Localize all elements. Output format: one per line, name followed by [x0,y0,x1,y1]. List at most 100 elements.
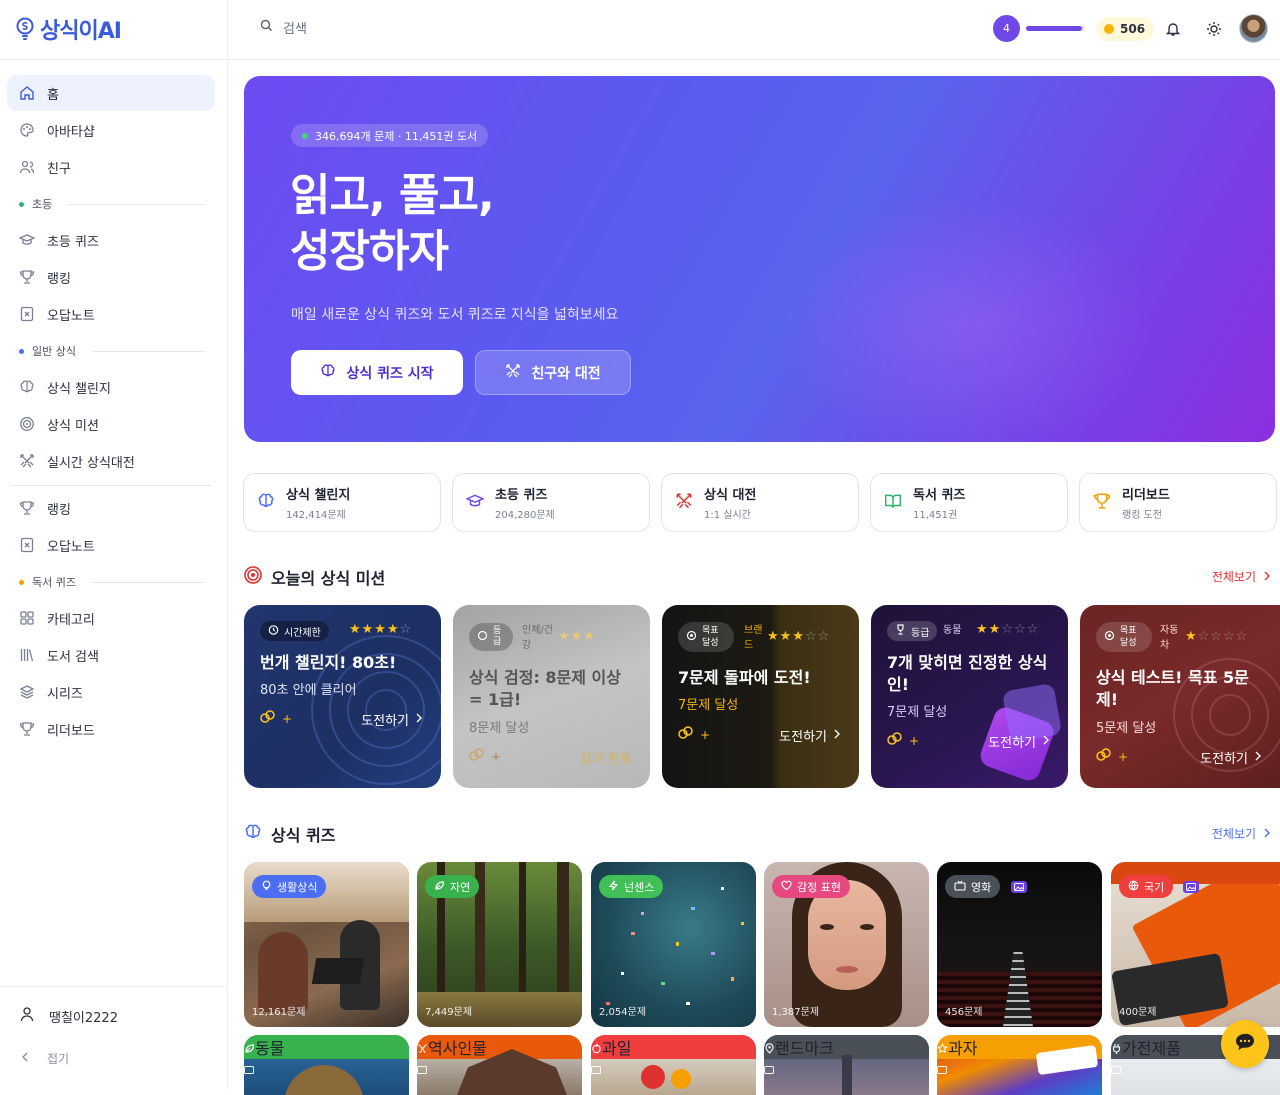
chevron-right-icon [1042,734,1050,749]
quiz-card[interactable]: 과일 [591,1035,756,1095]
sidebar-user[interactable]: 땡칠이2222 [19,1006,118,1026]
star-icon [937,1039,948,1058]
battle-friend-button[interactable]: 친구와 대전 [475,350,631,395]
quiz-card[interactable]: 과자 [937,1035,1102,1095]
mission-action[interactable]: 도전하기 [779,726,841,745]
quiz-card[interactable]: 역사인물 [417,1035,582,1095]
mission-card[interactable]: 목표달성 브랜드 ★★★☆☆ 7문제 돌파에 도전! 7문제 달성 + 도전하기 [662,605,859,788]
mission-title: 7개 맞히면 진정한 상식인! [887,653,1048,694]
sidebar-fold-button[interactable]: 접기 [19,1050,69,1067]
sidebar-item-friends[interactable]: 친구 [7,149,215,185]
quiz-card[interactable]: 랜드마크 [764,1035,929,1095]
mission-stars: ★★★☆☆ [767,629,831,644]
sidebar-item-series[interactable]: 시리즈 [7,674,215,710]
quiz-card[interactable]: 넌센스 2,054문제 [591,862,756,1027]
sidebar-item-category[interactable]: 카테고리 [7,600,215,636]
user-icon [19,1006,35,1026]
quiz-card[interactable]: 생활상식 12,161문제 [244,862,409,1027]
home-icon [19,85,35,101]
photo-orange [671,1069,691,1089]
mission-title: 상식 테스트! 목표 5문제! [1096,668,1249,709]
sidebar-item-label: 초등 퀴즈 [47,234,99,250]
quiz-count: 12,161문제 [252,1007,306,1018]
mission-title: 번개 챌린지! 80초! [260,653,397,672]
quiz-card[interactable]: 자연 7,449문제 [417,862,582,1027]
missions-see-all-link[interactable]: 전체보기 [1212,568,1272,585]
sidebar-item-elementary-quiz[interactable]: 초등 퀴즈 [7,222,215,258]
sidebar-item-label: 상식 미션 [47,418,99,434]
quiz-header: 상식 퀴즈 [244,822,335,846]
quiz-label-text: 국기 [1144,880,1165,894]
mission-sub: 7문제 달성 [678,698,739,713]
sidebar-item-book-search[interactable]: 도서 검색 [7,637,215,673]
section-line [91,581,205,583]
sidebar-item-mission[interactable]: 상식 미션 [7,406,215,442]
quiz-category-label: 자연 [425,875,480,898]
mission-tag: 등급 [887,621,938,641]
sidebar-item-leaderboard[interactable]: 리더보드 [7,711,215,747]
sidebar-divider [11,485,211,486]
avatar[interactable] [1239,14,1268,43]
tile-challenge[interactable]: 상식 챌린지 142,414문제 [243,473,441,532]
sidebar-item-label: 도서 검색 [47,649,99,665]
coin-balance[interactable]: 506 [1096,17,1155,41]
medal-icon [477,630,488,644]
chevron-left-icon [19,1051,31,1066]
sidebar-item-realtime-battle[interactable]: 실시간 상식대전 [7,443,215,479]
sidebar-item-elementary-ranking[interactable]: 랭킹 [7,259,215,295]
start-quiz-button[interactable]: 상식 퀴즈 시작 [291,350,463,395]
theme-sun-icon[interactable] [1204,19,1224,39]
mission-action[interactable]: 도전하기 [988,732,1050,751]
tile-reading[interactable]: 독서 퀴즈 11,451권 [870,473,1068,532]
sidebar-item-general-wrong-note[interactable]: 오답노트 [7,527,215,563]
quiz-label-text: 생활상식 [277,880,318,894]
hero-title: 읽고, 풀고, 성장하자 [290,168,495,280]
reward-value: + [700,727,711,742]
photo-laptop [311,958,365,984]
search-input[interactable]: 검색 [260,18,307,37]
search-icon [260,19,273,36]
mission-card[interactable]: 목표달성 자동차 ★☆☆☆☆ 상식 테스트! 목표 5문제! 5문제 달성 + … [1080,605,1280,788]
mission-action[interactable]: 도전하기 [361,710,423,729]
notification-bell-icon[interactable] [1163,19,1183,39]
sidebar-item-general-ranking[interactable]: 랭킹 [7,490,215,526]
coins-icon [887,732,903,749]
mission-reward: + [678,726,710,743]
bolt-icon [608,880,619,894]
tile-battle[interactable]: 상식 대전 1:1 실시간 [661,473,859,532]
medal-icon [895,624,906,638]
live-dot [302,132,308,139]
see-all-label: 전체보기 [1211,827,1256,841]
quiz-card[interactable]: 동물 [244,1035,409,1095]
tile-leaderboard[interactable]: 리더보드 랭킹 도전 [1079,473,1277,532]
mission-sub: 7문제 달성 [887,705,948,720]
quiz-card[interactable]: 영화 456문제 [937,862,1102,1027]
mission-tag: 목표달성 [1096,622,1152,652]
reward-value: + [491,749,502,764]
mission-stars: ★★★ [558,629,596,644]
sidebar-item-home[interactable]: 홈 [7,75,215,111]
sidebar-item-challenge[interactable]: 상식 챌린지 [7,369,215,405]
wrong-note-icon [19,537,35,553]
tile-elementary[interactable]: 초등 퀴즈 204,280문제 [452,473,650,532]
chat-button[interactable] [1221,1020,1269,1068]
sidebar-item-avatar-shop[interactable]: 아바타샵 [7,112,215,148]
sidebar-item-elementary-wrong-note[interactable]: 오답노트 [7,296,215,332]
mission-action-label: 도전하기 [988,736,1036,751]
quiz-card[interactable]: 감정 표현 1,387문제 [764,862,929,1027]
quiz-card[interactable]: 국기 400문제 [1111,862,1280,1027]
mission-card[interactable]: 시간제한 ★★★★☆ 번개 챌린지! 80초! 80초 안에 클리어 + 도전하… [244,605,441,788]
start-quiz-label: 상식 퀴즈 시작 [346,365,434,382]
level-badge[interactable]: 4 [993,15,1020,42]
logo[interactable]: 상식이AI [14,14,122,44]
chevron-right-icon [1254,750,1262,765]
quiz-label-text: 과일 [602,1039,632,1058]
quiz-label-text: 역사인물 [428,1039,487,1058]
swords-icon [675,492,693,514]
quiz-see-all-link[interactable]: 전체보기 [1212,825,1272,842]
tile-title: 독서 퀴즈 [913,488,966,503]
mission-card[interactable]: 등급 동물 ★★☆☆☆ 7개 맞히면 진정한 상식인! 7문제 달성 + 도전하… [871,605,1068,788]
mission-card[interactable]: 등급 인체/건강 ★★★ 상식 검정: 8문제 이상 = 1급! 8문제 달성 … [453,605,650,788]
mission-action[interactable]: 도전하기 [1200,748,1262,767]
sidebar-bottom-divider [0,986,228,987]
